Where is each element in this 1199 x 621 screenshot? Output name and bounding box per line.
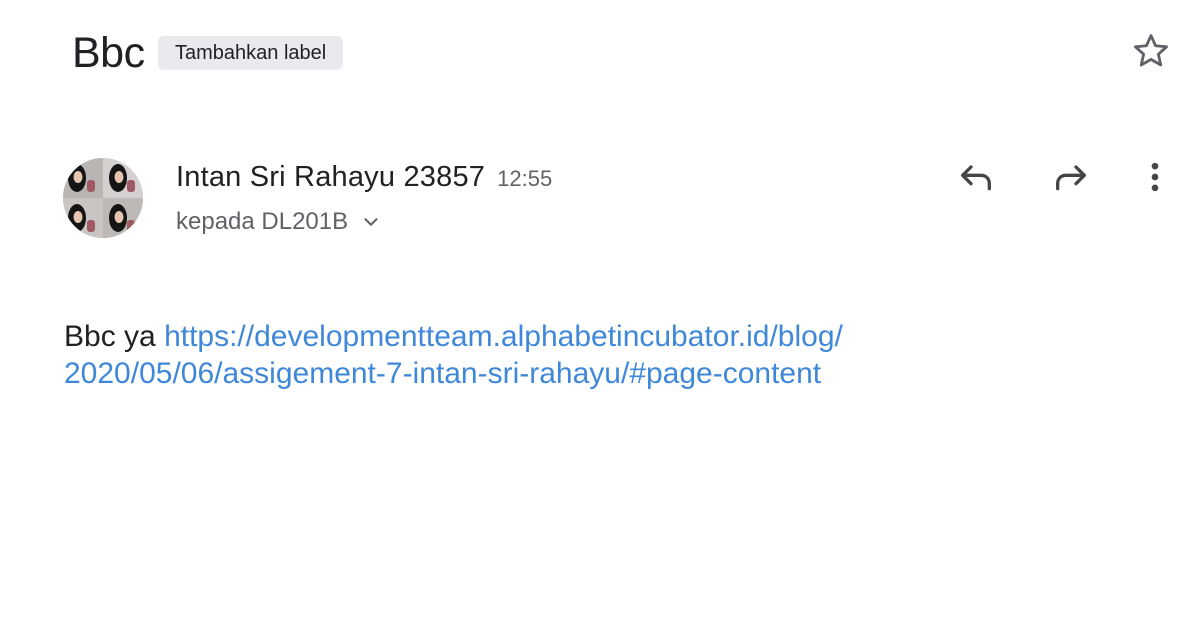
- sender-line: Intan Sri Rahayu 23857 12:55: [176, 157, 552, 197]
- sender-avatar[interactable]: [63, 158, 143, 238]
- chevron-down-icon[interactable]: [360, 211, 382, 233]
- message-body: Bbc ya https://developmentteam.alphabeti…: [64, 318, 1124, 392]
- body-text: Bbc ya: [64, 320, 165, 353]
- sender-name[interactable]: Intan Sri Rahayu 23857: [176, 157, 485, 197]
- star-icon[interactable]: [1130, 30, 1172, 72]
- recipient-details-toggle[interactable]: kepada DL201B: [176, 204, 382, 240]
- add-label-chip[interactable]: Tambahkan label: [158, 36, 344, 70]
- message-time: 12:55: [497, 166, 553, 191]
- reply-icon[interactable]: [954, 155, 998, 199]
- recipient-text: kepada DL201B: [176, 208, 349, 235]
- email-view: Bbc Tambahkan label Intan Sri Rahayu 238…: [0, 0, 1199, 621]
- more-vert-icon[interactable]: [1133, 155, 1177, 199]
- body-link[interactable]: https://developmentteam.alphabetincubato…: [64, 320, 843, 390]
- email-subject: Bbc: [72, 29, 145, 77]
- forward-icon[interactable]: [1049, 155, 1093, 199]
